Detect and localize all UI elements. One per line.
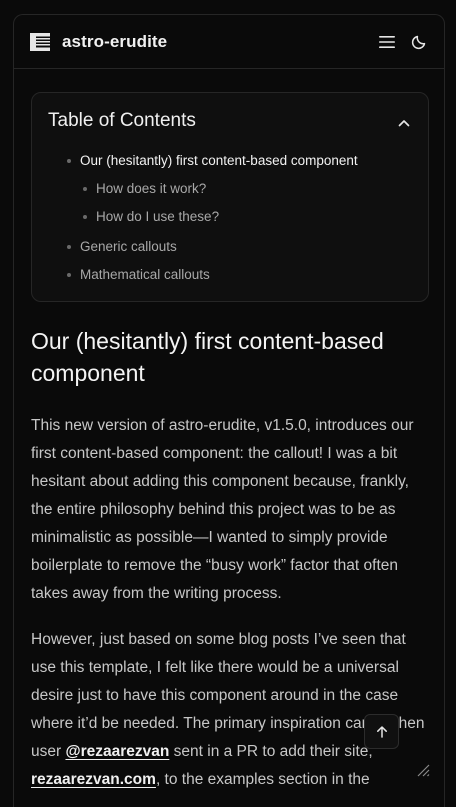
toc-item-label: How does it work? <box>96 181 207 196</box>
arrow-up-icon <box>376 725 387 738</box>
bullet-dot <box>83 214 87 219</box>
toc-item-how-does-it-work[interactable]: How does it work? <box>83 181 206 196</box>
paragraph-text: , to the examples section in the <box>155 771 370 788</box>
moon-icon[interactable] <box>410 33 428 51</box>
toc-item-first-component[interactable]: Our (hesitantly) first content-based com… <box>67 153 358 168</box>
toc-item-label: Mathematical callouts <box>80 267 210 282</box>
bullet-dot <box>83 186 87 191</box>
user-link[interactable]: @rezaarezvan <box>65 743 169 760</box>
back-to-top-button[interactable] <box>364 714 399 749</box>
toc-item-label: How do I use these? <box>96 209 220 224</box>
table-of-contents: Table of Contents Our (hesitantly) first… <box>31 92 429 302</box>
chevron-up-icon[interactable] <box>396 115 412 131</box>
bullet-dot <box>67 244 71 249</box>
toc-item-label: Our (hesitantly) first content-based com… <box>80 153 358 168</box>
hamburger-menu-icon[interactable] <box>378 33 396 51</box>
resize-grip-icon[interactable] <box>414 761 430 777</box>
paragraph: However, just based on some blog posts I… <box>31 626 431 794</box>
header-actions <box>378 33 428 51</box>
bullet-dot <box>67 272 71 277</box>
site-header: astro-erudite <box>14 15 444 69</box>
bullet-dot <box>67 158 71 163</box>
toc-title[interactable]: Table of Contents <box>48 110 196 132</box>
stacked-bars-logo-icon[interactable] <box>30 32 50 52</box>
paragraph: This new version of astro-erudite, v1.5.… <box>31 417 414 602</box>
section-heading: Our (hesitantly) first content-based com… <box>31 328 384 386</box>
toc-item-generic-callouts[interactable]: Generic callouts <box>67 239 177 254</box>
toc-item-mathematical-callouts[interactable]: Mathematical callouts <box>67 267 210 282</box>
site-title[interactable]: astro-erudite <box>62 32 167 52</box>
toc-item-how-do-i-use[interactable]: How do I use these? <box>83 209 219 224</box>
site-link[interactable]: rezaarezvan.com <box>31 771 156 788</box>
browser-frame: astro-erudite Table of Contents Our (hes… <box>13 14 445 807</box>
toc-item-label: Generic callouts <box>80 239 177 254</box>
paragraph-text: sent in a PR to add their site, <box>169 743 373 760</box>
